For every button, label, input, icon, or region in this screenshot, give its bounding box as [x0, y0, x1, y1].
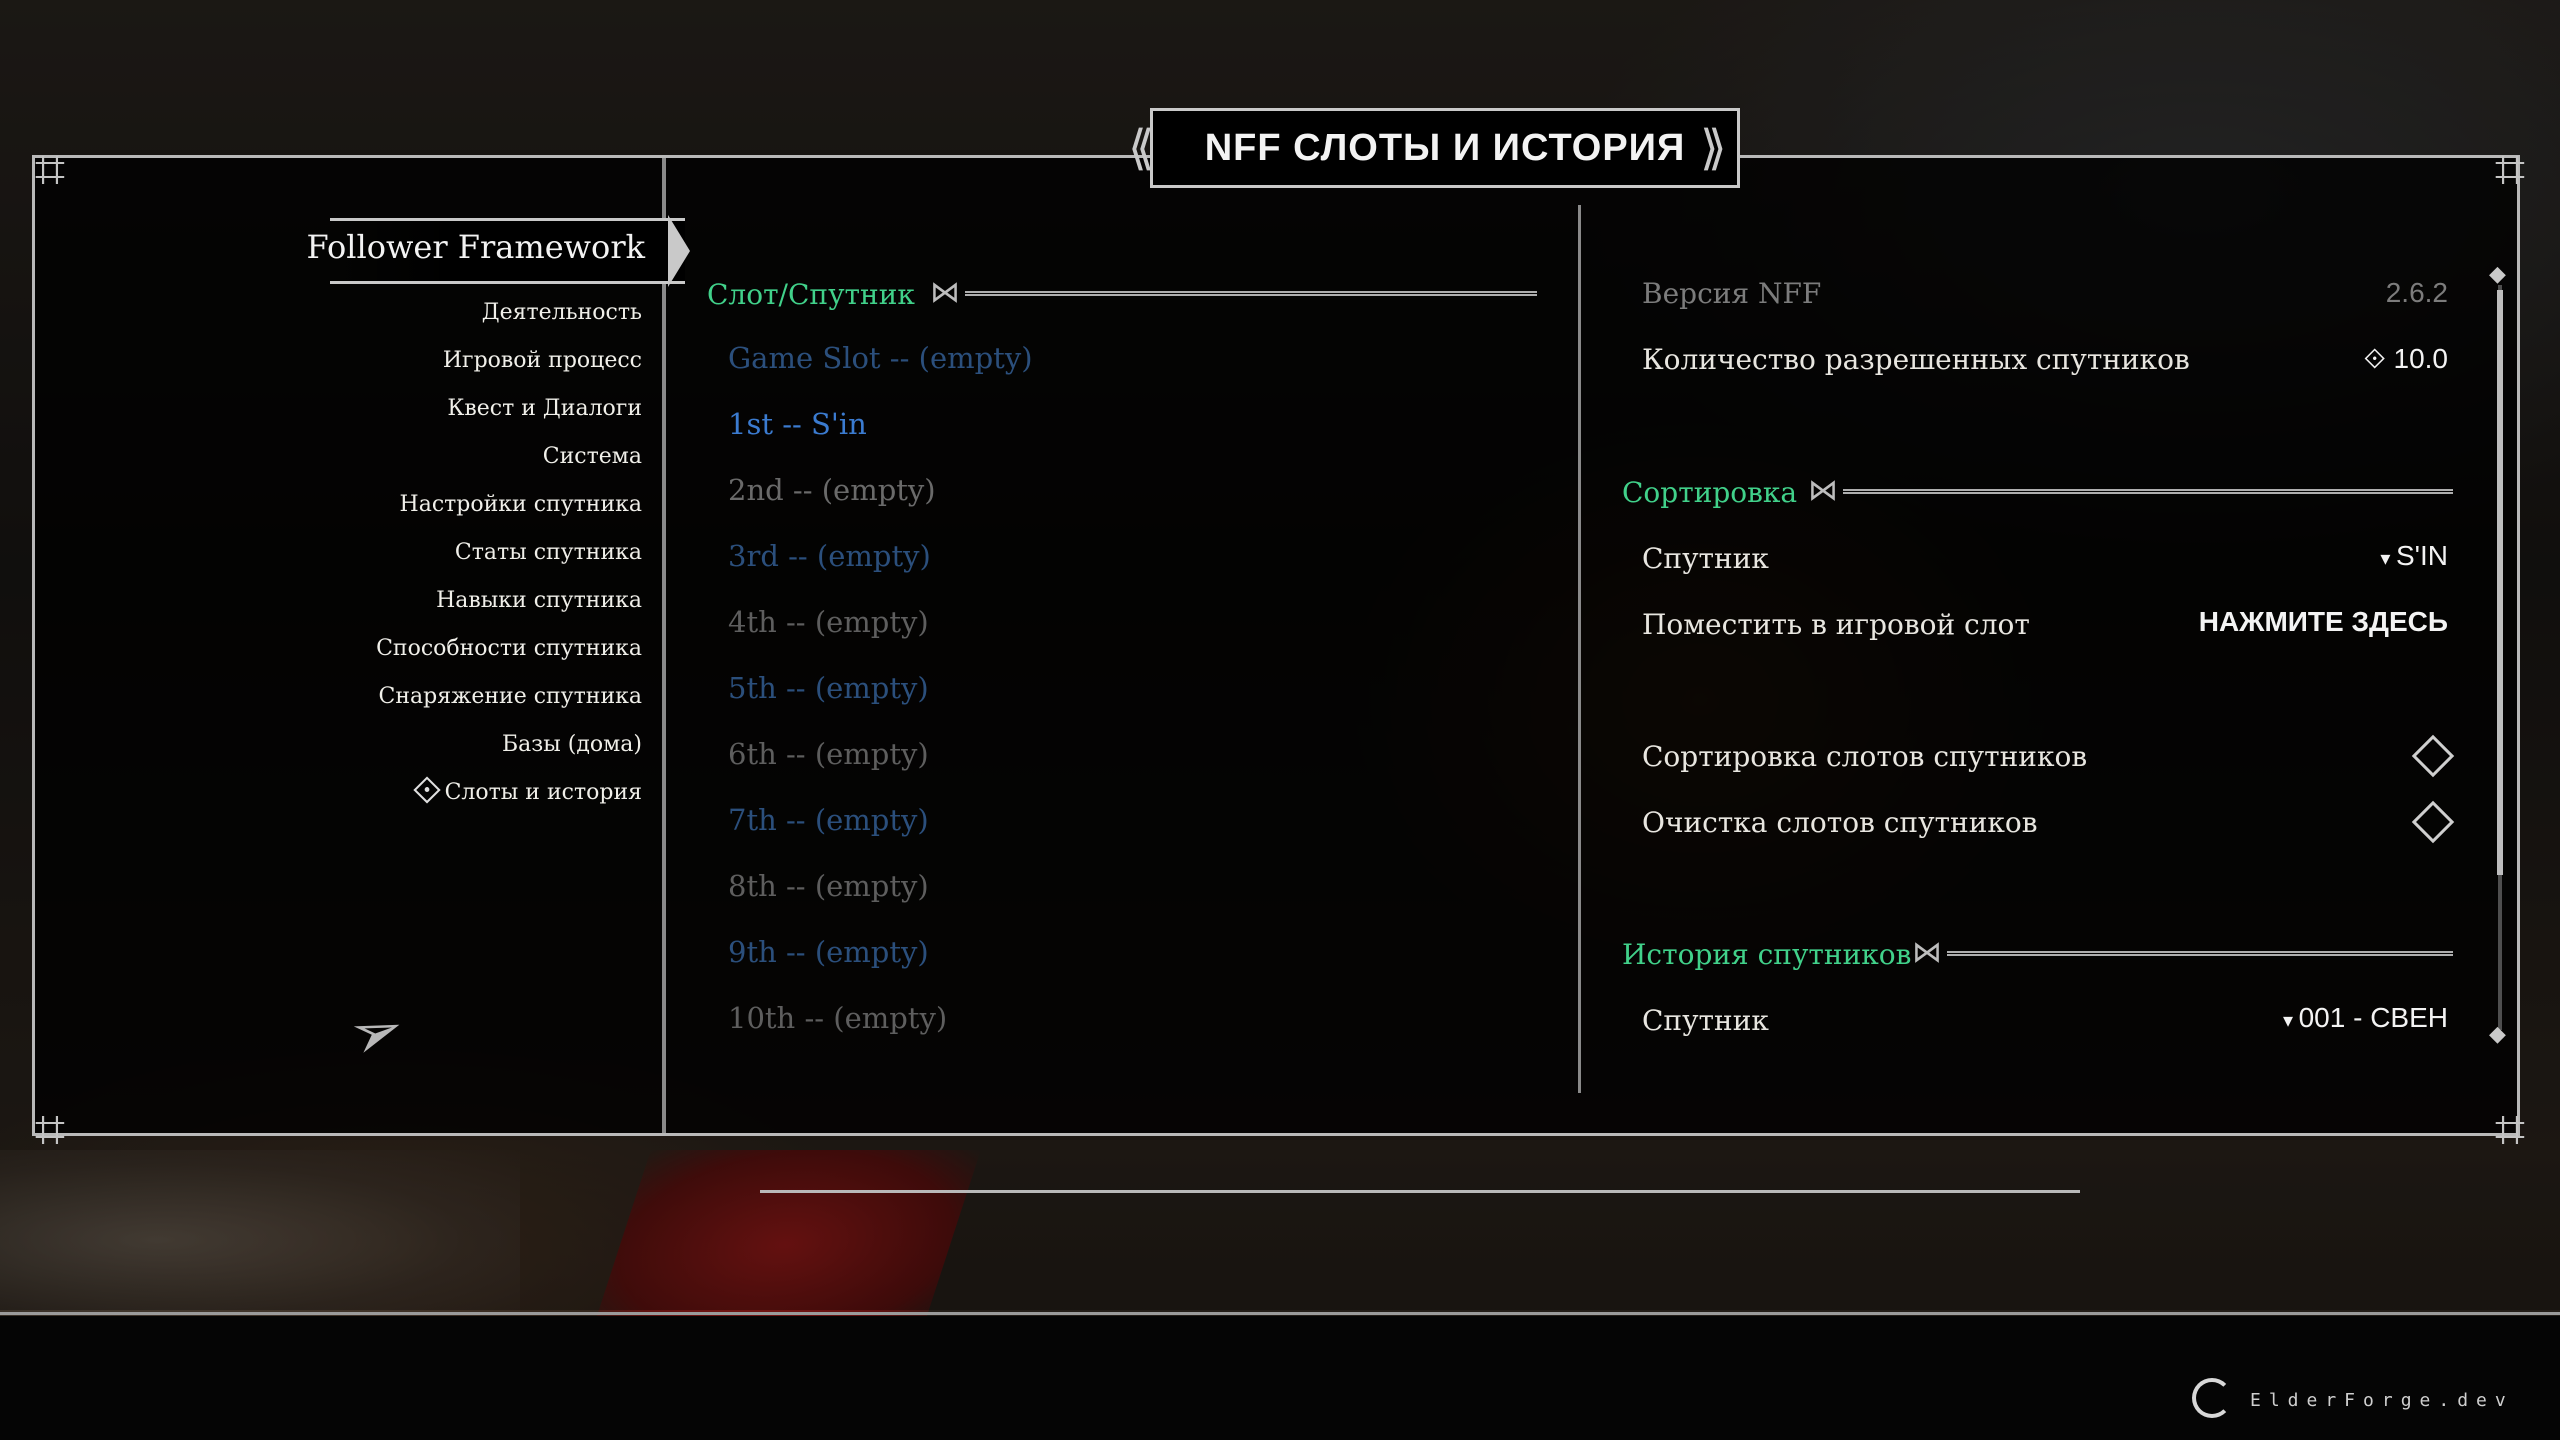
slot-6[interactable]: 6th -- (empty) [728, 737, 929, 771]
section-ornament-icon: ⋈ [930, 275, 960, 310]
page-title-box: NFF СЛОТЫ И ИСТОРИЯ [1150, 108, 1740, 188]
corner-ornament-icon: ⌗ [34, 1098, 66, 1161]
allowed-followers-number: 10.0 [2393, 343, 2449, 374]
slots-section-line [965, 291, 1537, 296]
slot-7[interactable]: 7th -- (empty) [728, 803, 929, 837]
slot-1[interactable]: 1st -- S'in [728, 407, 867, 441]
dropdown-arrow-icon: ▾ [2282, 1010, 2299, 1032]
watermark-text: ElderForge.dev [2250, 1390, 2514, 1411]
slot-10[interactable]: 10th -- (empty) [728, 1001, 947, 1035]
section-ornament-icon: ⋈ [1912, 935, 1942, 970]
slot-5[interactable]: 5th -- (empty) [728, 671, 929, 705]
slots-section-header: Слот/Спутник [707, 278, 915, 311]
sidebar-title: Follower Framework [306, 228, 645, 266]
allowed-followers-label[interactable]: Количество разрешенных спутников [1642, 343, 2190, 376]
slider-icon: ⟐ [2363, 343, 2394, 374]
sidebar-header-arrow-icon [668, 215, 690, 287]
history-follower-label[interactable]: Спутник [1642, 1004, 1769, 1037]
scroll-up-arrow-icon[interactable]: ◆ [2489, 262, 2506, 287]
sidebar-item-slots-history[interactable]: Слоты и история [445, 780, 642, 805]
sidebar-item-follower-settings[interactable]: Настройки спутника [400, 492, 642, 517]
version-label: Версия NFF [1642, 277, 1822, 310]
slot-2[interactable]: 2nd -- (empty) [728, 473, 936, 507]
sidebar-item-quest-dialogue[interactable]: Квест и Диалоги [447, 396, 642, 421]
sort-follower-value: S'IN [2395, 540, 2448, 571]
frame-bottom-tab [760, 1190, 2080, 1193]
scroll-down-arrow-icon[interactable]: ◆ [2489, 1022, 2506, 1047]
watermark-logo-icon [2192, 1378, 2232, 1418]
sidebar-item-activity[interactable]: Деятельность [482, 300, 642, 325]
scrollbar-thumb[interactable] [2497, 290, 2503, 875]
sidebar-item-gameplay[interactable]: Игровой процесс [443, 348, 642, 373]
frame-right-border [2517, 155, 2520, 1136]
corner-ornament-icon: ⌗ [34, 138, 66, 201]
section-ornament-icon: ⋈ [1808, 473, 1838, 508]
clear-slots-label[interactable]: Очистка слотов спутников [1642, 806, 2038, 839]
slot-4[interactable]: 4th -- (empty) [728, 605, 929, 639]
bottom-bar-divider [0, 1312, 2560, 1315]
sort-follower-dropdown[interactable]: ▾ S'IN [2380, 540, 2448, 572]
column-divider [1578, 205, 1581, 1093]
sidebar-item-follower-stats[interactable]: Статы спутника [455, 540, 642, 565]
selected-marker-icon: ⟐ [412, 768, 442, 812]
sort-slots-label[interactable]: Сортировка слотов спутников [1642, 740, 2087, 773]
title-ornament-right-icon: ⟫ [1700, 120, 1727, 176]
sidebar-divider [662, 158, 666, 1133]
corner-ornament-icon: ⌗ [2494, 138, 2526, 201]
place-in-slot-label[interactable]: Поместить в игровой слот [1642, 608, 2030, 641]
version-value: 2.6.2 [2385, 277, 2448, 308]
sorting-section-header: Сортировка [1622, 476, 1798, 509]
sorting-section-line [1843, 489, 2453, 494]
slot-3[interactable]: 3rd -- (empty) [728, 539, 931, 573]
corner-ornament-icon: ⌗ [2494, 1098, 2526, 1161]
place-in-slot-button[interactable]: НАЖМИТЕ ЗДЕСЬ [2199, 606, 2448, 638]
history-follower-dropdown[interactable]: ▾ 001 - СВЕН [2283, 1002, 2448, 1034]
history-section-line [1947, 951, 2453, 956]
bottom-bar [0, 1316, 2560, 1440]
page-title: NFF СЛОТЫ И ИСТОРИЯ [1204, 126, 1686, 169]
history-section-header: История спутников [1622, 938, 1912, 971]
sidebar-item-system[interactable]: Система [543, 444, 642, 469]
allowed-followers-value[interactable]: ⟐ 10.0 [2364, 343, 2448, 376]
sidebar-item-homes[interactable]: Базы (дома) [502, 732, 642, 757]
frame-bottom-border [32, 1133, 2520, 1136]
slot-8[interactable]: 8th -- (empty) [728, 869, 929, 903]
sort-follower-label[interactable]: Спутник [1642, 542, 1769, 575]
slot-9[interactable]: 9th -- (empty) [728, 935, 929, 969]
sidebar-item-follower-skills[interactable]: Навыки спутника [436, 588, 642, 613]
slot-game[interactable]: Game Slot -- (empty) [728, 341, 1033, 375]
sidebar-item-follower-abilities[interactable]: Способности спутника [376, 636, 642, 661]
dropdown-arrow-icon: ▾ [2380, 548, 2396, 570]
sidebar-item-follower-equipment[interactable]: Снаряжение спутника [379, 684, 642, 709]
frame-left-border [32, 155, 35, 1136]
history-follower-value: 001 - СВЕН [2298, 1002, 2448, 1033]
